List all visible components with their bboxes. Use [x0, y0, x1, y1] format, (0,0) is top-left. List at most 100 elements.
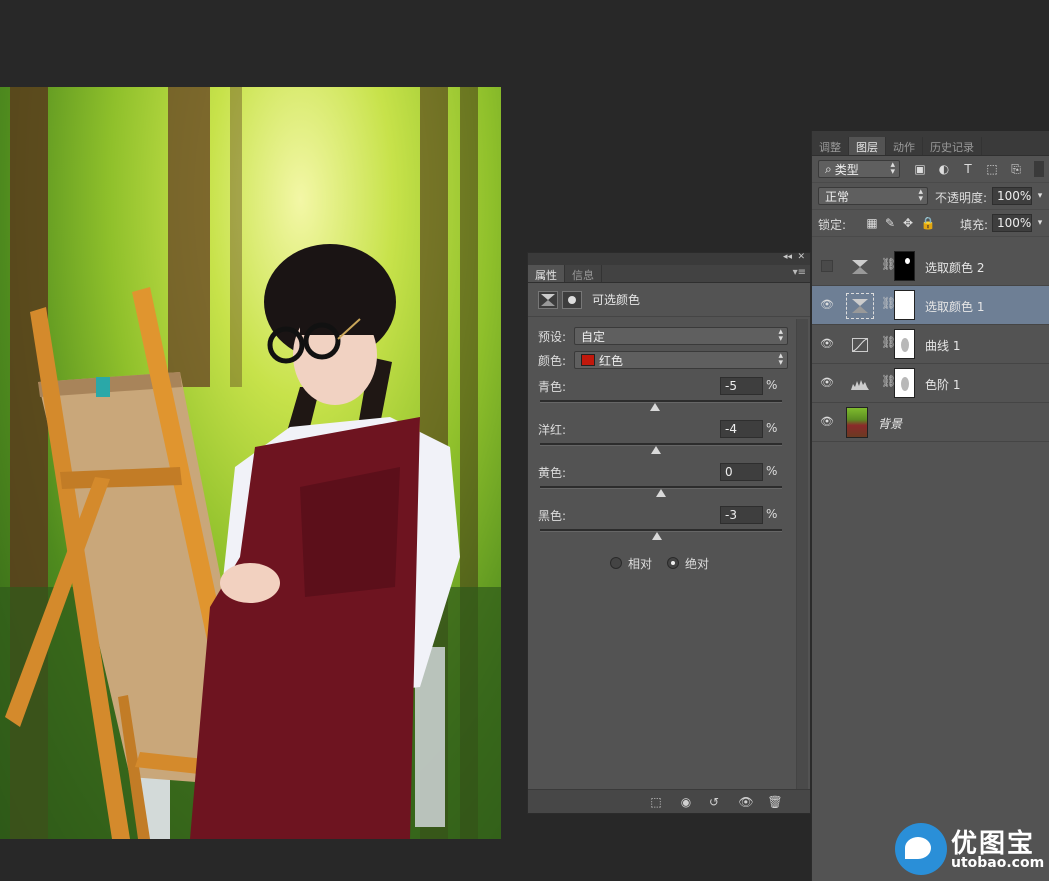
fill-label: 填充:	[960, 218, 989, 232]
layer-name[interactable]: 曲线 1	[925, 337, 960, 354]
slider-label: 黄色:	[538, 465, 567, 480]
percent-sign: %	[766, 421, 778, 435]
close-panel-button[interactable]: ✕	[797, 252, 805, 262]
selective-color-icon	[846, 254, 874, 280]
tab-history[interactable]: 历史记录	[923, 137, 982, 155]
layer-row[interactable]: ⛓ 选取颜色 2	[812, 247, 1049, 286]
background-thumbnail[interactable]	[846, 407, 868, 438]
layer-mask-thumbnail[interactable]	[894, 251, 915, 281]
panel-menu-icon[interactable]: ▾≡	[793, 267, 806, 278]
layer-mask-thumbnail[interactable]	[894, 329, 915, 359]
layer-row[interactable]: 👁 ⛓ 选取颜色 1	[812, 286, 1049, 325]
yellow-slider-thumb[interactable]	[656, 489, 666, 497]
yellow-value-input[interactable]: 0	[720, 463, 763, 481]
layer-filter-row: ⌕ 类型 ▴ ▾ ▣ ◐ T ⬚ ⎘	[812, 156, 1049, 183]
properties-scrollbar[interactable]	[796, 319, 808, 789]
radio-absolute-label: 绝对	[685, 556, 710, 571]
radio-absolute-button[interactable]	[667, 557, 679, 569]
adjustment-title: 可选颜色	[592, 293, 641, 307]
magenta-slider-thumb[interactable]	[651, 446, 662, 454]
fill-input[interactable]: 100%	[992, 214, 1032, 232]
lock-label: 锁定:	[818, 218, 847, 232]
trash-icon[interactable]: 🗑	[765, 793, 785, 811]
lock-position-icon[interactable]: ✥	[900, 215, 916, 231]
percent-sign: %	[766, 464, 778, 478]
eye-icon[interactable]: 👁	[820, 298, 834, 312]
layers-panel: 调整 图层 动作 历史记录 ⌕ 类型 ▴ ▾ ▣ ◐ T ⬚ ⎘ 正常 ▴ ▾ 不透…	[811, 131, 1049, 881]
reset-icon[interactable]: ↺	[704, 793, 724, 811]
type-filter-icon[interactable]: T	[960, 161, 976, 177]
layer-name[interactable]: 色阶 1	[925, 376, 960, 393]
adjustment-filter-icon[interactable]: ◐	[936, 161, 952, 177]
blend-mode-dropdown[interactable]: 正常 ▴ ▾	[818, 187, 928, 205]
blend-mode-value: 正常	[825, 189, 850, 204]
eye-icon[interactable]: 👁	[820, 415, 834, 429]
opacity-dropdown-arrow-icon[interactable]: ▾	[1032, 188, 1048, 204]
tab-properties[interactable]: 属性	[528, 265, 565, 282]
tab-actions[interactable]: 动作	[886, 137, 923, 155]
cyan-slider-thumb[interactable]	[649, 403, 660, 411]
pixel-filter-icon[interactable]: ▣	[912, 161, 928, 177]
lock-row: 锁定: ▦ ✎ ✥ 🔒 填充: 100% ▾	[812, 210, 1049, 237]
preset-dropdown[interactable]: 自定 ▴ ▾	[574, 327, 788, 345]
eye-icon[interactable]: 👁	[820, 337, 834, 351]
magenta-value-input[interactable]: -4	[720, 420, 763, 438]
lock-transparency-icon[interactable]: ▦	[864, 215, 880, 231]
clip-to-layer-icon[interactable]: ⬚	[646, 793, 666, 811]
percent-sign: %	[766, 507, 778, 521]
smart-object-filter-icon[interactable]: ⎘	[1008, 161, 1024, 177]
layers-tabs: 调整 图层 动作 历史记录	[812, 137, 1049, 156]
shape-filter-icon[interactable]: ⬚	[984, 161, 1000, 177]
cyan-value-input[interactable]: -5	[720, 377, 763, 395]
toggle-visibility-icon[interactable]: 👁	[736, 793, 756, 811]
fill-dropdown-arrow-icon[interactable]: ▾	[1032, 215, 1048, 231]
filter-toggle-switch[interactable]	[1034, 161, 1044, 177]
color-swatch	[581, 354, 595, 366]
watermark-logo: 优图宝 utobao.com	[893, 817, 1049, 881]
layer-row[interactable]: 👁 ⛓ 曲线 1	[812, 325, 1049, 364]
layer-name[interactable]: 选取颜色 1	[925, 298, 984, 315]
black-value-input[interactable]: -3	[720, 506, 763, 524]
bird-logo-icon	[895, 823, 947, 875]
curves-icon	[846, 332, 874, 358]
layer-name[interactable]: 选取颜色 2	[925, 259, 984, 276]
slider-label: 青色:	[538, 379, 567, 394]
dropdown-arrow-icon: ▴ ▾	[890, 160, 895, 177]
filter-kind-value: 类型	[834, 162, 859, 177]
slider-label: 黑色:	[538, 508, 567, 523]
color-dropdown[interactable]: 红色 ▴ ▾	[574, 351, 788, 369]
visibility-toggle[interactable]	[821, 260, 833, 272]
preset-value: 自定	[581, 329, 606, 344]
collapse-panel-button[interactable]: ◂◂	[783, 252, 792, 262]
properties-panel: ◂◂ ✕ 属性 信息 ▾≡ 可选颜色 预设: 自定 ▴ ▾ 颜色: 红色 ▴ ▾ 青…	[527, 252, 811, 814]
opacity-label: 不透明度:	[935, 191, 988, 205]
properties-header: 可选颜色	[528, 283, 810, 317]
tab-layers[interactable]: 图层	[849, 137, 886, 155]
radio-absolute[interactable]: 绝对	[667, 554, 709, 572]
opacity-input[interactable]: 100%	[992, 187, 1032, 205]
lock-all-icon[interactable]: 🔒	[920, 215, 936, 231]
tab-info[interactable]: 信息	[565, 265, 602, 282]
layer-row[interactable]: 👁 背景	[812, 403, 1049, 442]
adjustment-icon[interactable]	[538, 290, 558, 309]
mask-icon[interactable]	[562, 290, 582, 309]
radio-relative-button[interactable]	[610, 557, 622, 569]
cyan-slider-track[interactable]	[540, 400, 782, 403]
black-slider-thumb[interactable]	[652, 532, 663, 540]
properties-tabs: 属性 信息 ▾≡	[528, 265, 810, 283]
tab-adjustments[interactable]: 调整	[812, 137, 849, 155]
color-label: 颜色:	[538, 353, 567, 368]
layer-name[interactable]: 背景	[878, 415, 902, 432]
layer-row[interactable]: 👁 ⛓ 色阶 1	[812, 364, 1049, 403]
layer-mask-thumbnail[interactable]	[894, 368, 915, 398]
eye-icon[interactable]: 👁	[820, 376, 834, 390]
document-canvas[interactable]	[0, 87, 501, 839]
watermark-en: utobao.com	[951, 855, 1045, 871]
photo-image	[0, 87, 501, 839]
filter-kind-dropdown[interactable]: ⌕ 类型 ▴ ▾	[818, 160, 900, 178]
search-icon: ⌕	[825, 161, 832, 176]
view-previous-icon[interactable]: ◉	[676, 793, 696, 811]
layer-mask-thumbnail[interactable]	[894, 290, 915, 320]
radio-relative[interactable]: 相对	[610, 554, 652, 572]
lock-image-icon[interactable]: ✎	[882, 215, 898, 231]
